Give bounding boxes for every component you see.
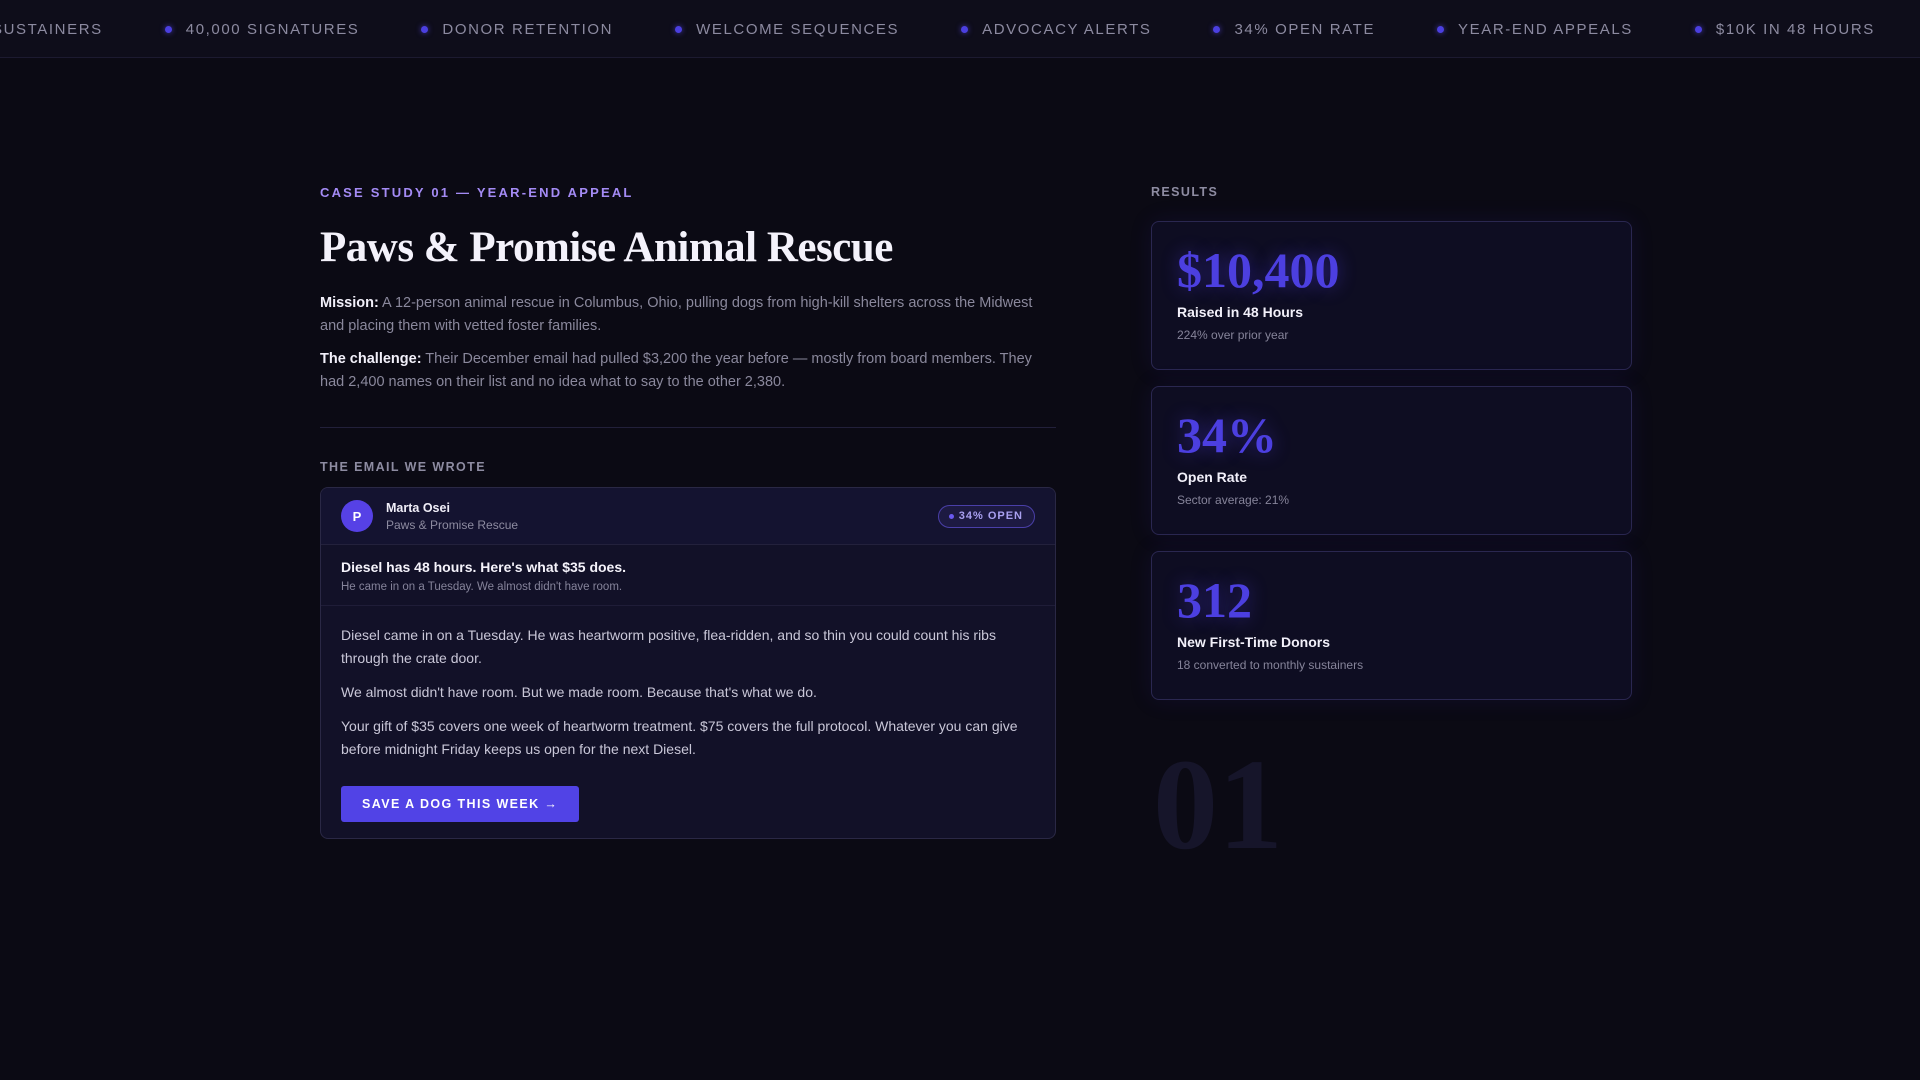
- ticker-item: Year-End Appeals: [1375, 21, 1633, 38]
- mission-label: Mission:: [320, 295, 379, 311]
- ticker-track: Sustainers 40,000 Signatures Donor Reten…: [0, 0, 1920, 57]
- save-a-dog-button[interactable]: Save a Dog This Week →: [341, 786, 580, 822]
- bullet-dot-icon: [1694, 25, 1702, 33]
- stat-card-raised: $10,400 Raised in 48 Hours 224% over pri…: [1151, 221, 1632, 370]
- stat-label: Open Rate: [1177, 469, 1248, 485]
- bullet-dot-icon: [675, 25, 683, 33]
- case-study-eyebrow: Case Study 01 — Year-End Appeal: [320, 185, 634, 200]
- email-section-label: The Email We Wrote: [320, 460, 486, 474]
- stat-value: 312: [1177, 572, 1252, 628]
- open-rate-badge-label: 34% Open: [958, 510, 1023, 522]
- email-body-paragraph: Your gift of $35 covers one week of hear…: [341, 718, 1018, 757]
- ticker-item: Donor Retention: [359, 21, 613, 38]
- bullet-dot-icon: [961, 25, 969, 33]
- ticker-item: 34% Open Rate: [1151, 21, 1375, 38]
- mission-text: A 12-person animal rescue in Columbus, O…: [320, 295, 1033, 334]
- stat-sub: 224% over prior year: [1177, 328, 1289, 342]
- stat-sub: 18 converted to monthly sustainers: [1177, 658, 1364, 672]
- cta-label: Save a Dog This Week →: [362, 797, 559, 811]
- status-dot-icon: [948, 513, 954, 519]
- email-subject: Diesel has 48 hours. Here's what $35 doe…: [341, 559, 627, 575]
- stat-label: New First-Time Donors: [1177, 634, 1330, 650]
- results-column: Results $10,400 Raised in 48 Hours 224% …: [1151, 185, 1632, 870]
- ticker-item: Sustainers: [0, 20, 103, 38]
- email-subject-block: Diesel has 48 hours. Here's what $35 doe…: [321, 545, 1055, 606]
- bullet-dot-icon: [421, 25, 429, 33]
- ticker-item: Welcome Sequences: [613, 21, 899, 38]
- email-body-paragraph: Diesel came in on a Tuesday. He was hear…: [341, 627, 996, 666]
- stat-value: 34%: [1177, 407, 1277, 463]
- stat-value: $10,400: [1177, 242, 1340, 298]
- case-number-watermark: 01: [1153, 733, 1283, 877]
- stat-card-new-donors: 312 New First-Time Donors 18 converted t…: [1151, 551, 1632, 700]
- email-body-paragraph: We almost didn't have room. But we made …: [341, 684, 817, 700]
- avatar: P: [341, 500, 373, 532]
- bullet-dot-icon: [164, 25, 172, 33]
- section-divider: [320, 427, 1056, 428]
- ticker-item: 40,000 Signatures: [103, 21, 360, 38]
- challenge-paragraph: The challenge: Their December email had …: [320, 348, 1056, 394]
- stat-label: Raised in 48 Hours: [1177, 304, 1304, 320]
- email-preview-card: P Marta Osei Paws & Promise Rescue 34% O…: [320, 487, 1056, 839]
- sender-org: Paws & Promise Rescue: [386, 517, 519, 532]
- email-body: Diesel came in on a Tuesday. He was hear…: [321, 606, 1055, 838]
- bullet-dot-icon: [1213, 25, 1221, 33]
- case-study-column: Case Study 01 — Year-End Appeal Paws & P…: [320, 185, 1056, 839]
- sender-name: Marta Osei: [386, 500, 450, 515]
- ticker-item: Mo: [1875, 21, 1920, 38]
- results-label: Results: [1151, 185, 1219, 199]
- ticker-item: $10K in 48 Hours: [1633, 21, 1875, 38]
- ticker-item: Advocacy Alerts: [899, 21, 1151, 38]
- open-rate-badge: 34% Open: [937, 504, 1035, 528]
- mission-paragraph: Mission: A 12-person animal rescue in Co…: [320, 292, 1056, 338]
- page-title: Paws & Promise Animal Rescue: [320, 224, 893, 271]
- sender-info: Marta Osei Paws & Promise Rescue: [386, 501, 518, 532]
- stat-sub: Sector average: 21%: [1177, 493, 1290, 507]
- email-header: P Marta Osei Paws & Promise Rescue 34% O…: [321, 488, 1055, 545]
- email-preview-text: He came in on a Tuesday. We almost didn'…: [341, 581, 623, 593]
- bullet-dot-icon: [1437, 25, 1445, 33]
- ticker-bar: Sustainers 40,000 Signatures Donor Reten…: [0, 0, 1920, 58]
- challenge-label: The challenge:: [320, 351, 422, 367]
- challenge-text: Their December email had pulled $3,200 t…: [320, 351, 1032, 390]
- stat-card-open-rate: 34% Open Rate Sector average: 21%: [1151, 386, 1632, 535]
